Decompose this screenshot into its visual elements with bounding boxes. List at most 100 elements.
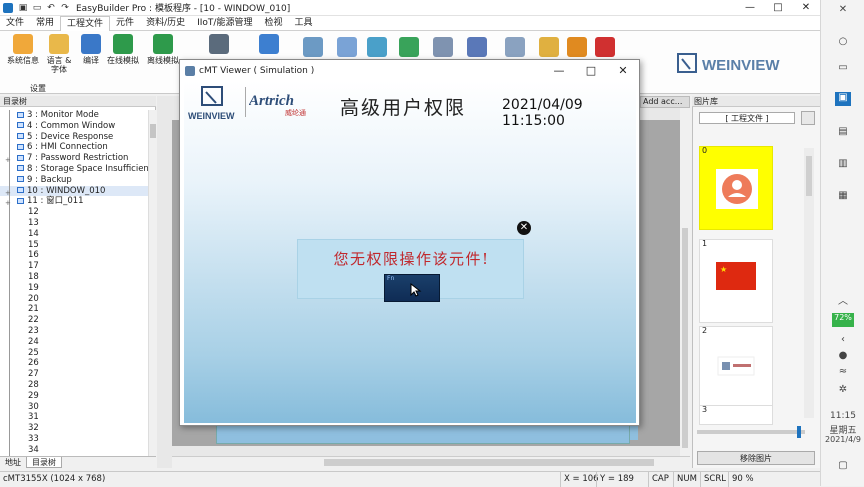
tree-item[interactable]: 13: [0, 217, 148, 229]
app-taskbar-icon[interactable]: ▣: [835, 92, 851, 106]
picture-item[interactable]: 2: [699, 326, 773, 410]
language-font-button[interactable]: 语言 & 字体: [42, 34, 76, 74]
redo-icon[interactable]: ↷: [58, 3, 72, 13]
tree-item[interactable]: 22: [0, 315, 148, 327]
menu-iiot[interactable]: IIoT/能源管理: [191, 16, 258, 31]
ribbon-tool-sd[interactable]: [252, 34, 286, 56]
viewer-close-button[interactable]: ✕: [607, 64, 639, 77]
popup-close-icon[interactable]: ✕: [517, 221, 531, 235]
tree-item[interactable]: 20: [0, 293, 148, 305]
ribbon-tool-3[interactable]: [330, 37, 364, 59]
menu-data-history[interactable]: 资料/历史: [140, 16, 191, 31]
tree-item[interactable]: 33: [0, 433, 148, 445]
online-sim-button[interactable]: 在线模拟: [106, 34, 140, 65]
tree-item[interactable]: +10 : WINDOW_010: [0, 185, 148, 197]
ribbon-tool-6[interactable]: [426, 37, 460, 59]
tab-tree[interactable]: 目录树: [26, 457, 62, 468]
menu-common[interactable]: 常用: [30, 16, 60, 31]
picture-item[interactable]: 0: [699, 146, 773, 230]
tree-item[interactable]: 5 : Device Response: [0, 131, 148, 143]
taskbar-app-icon[interactable]: ▤: [835, 126, 851, 140]
easybuilder-app-icon[interactable]: ▦: [835, 190, 851, 204]
tree-item[interactable]: 19: [0, 282, 148, 294]
picture-item[interactable]: 1 ★: [699, 239, 773, 323]
tree-item[interactable]: 23: [0, 325, 148, 337]
tree-item[interactable]: 25: [0, 347, 148, 359]
tree-item[interactable]: 12: [0, 207, 148, 219]
tree-item[interactable]: 6 : HMI Connection: [0, 142, 148, 154]
tree-item[interactable]: 8 : Storage Space Insufficient: [0, 163, 148, 175]
tree-item[interactable]: 34: [0, 444, 148, 456]
mic-icon[interactable]: ●: [835, 350, 851, 364]
tree-item[interactable]: 14: [0, 228, 148, 240]
tree-item[interactable]: 28: [0, 379, 148, 391]
tree-item[interactable]: 21: [0, 304, 148, 316]
chevron-left-icon[interactable]: ‹: [835, 334, 851, 348]
zoom-level[interactable]: 90 %: [728, 472, 757, 487]
offline-sim-button[interactable]: 离线模拟: [146, 34, 180, 65]
tree-item[interactable]: 16: [0, 250, 148, 262]
menu-tools[interactable]: 工具: [288, 16, 318, 31]
canvas-hscroll[interactable]: [172, 456, 690, 468]
tab-address[interactable]: 地址: [0, 457, 26, 468]
cmt-app-icon[interactable]: ▥: [835, 158, 851, 172]
tree-item[interactable]: 26: [0, 358, 148, 370]
slider-knob[interactable]: [797, 426, 801, 438]
tree-item[interactable]: 17: [0, 261, 148, 273]
window-icon[interactable]: ▭: [835, 62, 851, 76]
tab-add-account[interactable]: Add acc...: [640, 96, 690, 108]
remove-picture-button[interactable]: 移除图片: [697, 451, 815, 465]
minimize-button[interactable]: —: [736, 2, 764, 13]
library-select[interactable]: [ 工程文件 ]: [699, 112, 795, 124]
chevron-up-icon[interactable]: ︿: [835, 292, 851, 307]
system-info-button[interactable]: 系统信息: [6, 34, 40, 65]
thumbnail-size-slider[interactable]: [697, 426, 805, 438]
ribbon-tool-7[interactable]: [460, 37, 494, 59]
tree-item[interactable]: 3 : Monitor Mode: [0, 110, 148, 121]
compile-button[interactable]: 编译: [74, 34, 108, 65]
ribbon-tool-4[interactable]: [360, 37, 394, 59]
close-icon[interactable]: ✕: [835, 4, 851, 18]
ribbon-tool-11[interactable]: [588, 37, 622, 59]
new-icon[interactable]: ▭: [30, 3, 44, 13]
ribbon-tool-1[interactable]: [202, 34, 236, 56]
tree-item[interactable]: 27: [0, 369, 148, 381]
tree-item[interactable]: 30: [0, 401, 148, 413]
close-button[interactable]: ✕: [792, 2, 820, 13]
status-bar: cMT3155X (1024 x 768) X = 106 Y = 189 CA…: [0, 471, 820, 487]
window-icon: [17, 133, 24, 140]
save-icon[interactable]: ▣: [16, 3, 30, 13]
tree-item[interactable]: +11 : 窗口_011: [0, 196, 148, 208]
tree-item[interactable]: +7 : Password Restriction: [0, 153, 148, 165]
ribbon-tool-2[interactable]: [296, 37, 330, 59]
settings-icon[interactable]: ✲: [835, 384, 851, 398]
canvas-vscroll[interactable]: [680, 108, 690, 456]
menu-objects[interactable]: 元件: [110, 16, 140, 31]
menu-view[interactable]: 检视: [258, 16, 288, 31]
tree-item[interactable]: 29: [0, 390, 148, 402]
picture-item[interactable]: 3: [699, 405, 773, 425]
menu-project[interactable]: 工程文件: [60, 15, 111, 31]
undo-icon[interactable]: ↶: [44, 3, 58, 13]
notification-icon[interactable]: ▢: [835, 460, 851, 474]
tree-item[interactable]: 15: [0, 239, 148, 251]
menu-file[interactable]: 文件: [0, 16, 30, 31]
tree-item[interactable]: 24: [0, 336, 148, 348]
tree-item[interactable]: 9 : Backup: [0, 174, 148, 186]
tree-item[interactable]: 4 : Common Window: [0, 120, 148, 132]
picture-library-scrollbar[interactable]: [804, 148, 814, 418]
offline-sim-label: 离线模拟: [147, 56, 179, 65]
tree-item[interactable]: 32: [0, 423, 148, 435]
viewer-maximize-button[interactable]: □: [575, 64, 607, 77]
library-settings-button[interactable]: [801, 111, 815, 125]
maximize-button[interactable]: □: [764, 2, 792, 13]
wifi-icon[interactable]: ≈: [835, 366, 851, 380]
tree-item[interactable]: 18: [0, 271, 148, 283]
viewer-minimize-button[interactable]: —: [543, 64, 575, 77]
project-tree: 3 : Monitor Mode 4 : Common Window 5 : Dev…: [0, 110, 148, 456]
ribbon-tool-8[interactable]: [498, 37, 532, 59]
ribbon-tool-5[interactable]: [392, 37, 426, 59]
tree-scrollbar[interactable]: [148, 110, 156, 456]
tree-item[interactable]: 31: [0, 412, 148, 424]
circle-icon[interactable]: ○: [835, 36, 851, 50]
